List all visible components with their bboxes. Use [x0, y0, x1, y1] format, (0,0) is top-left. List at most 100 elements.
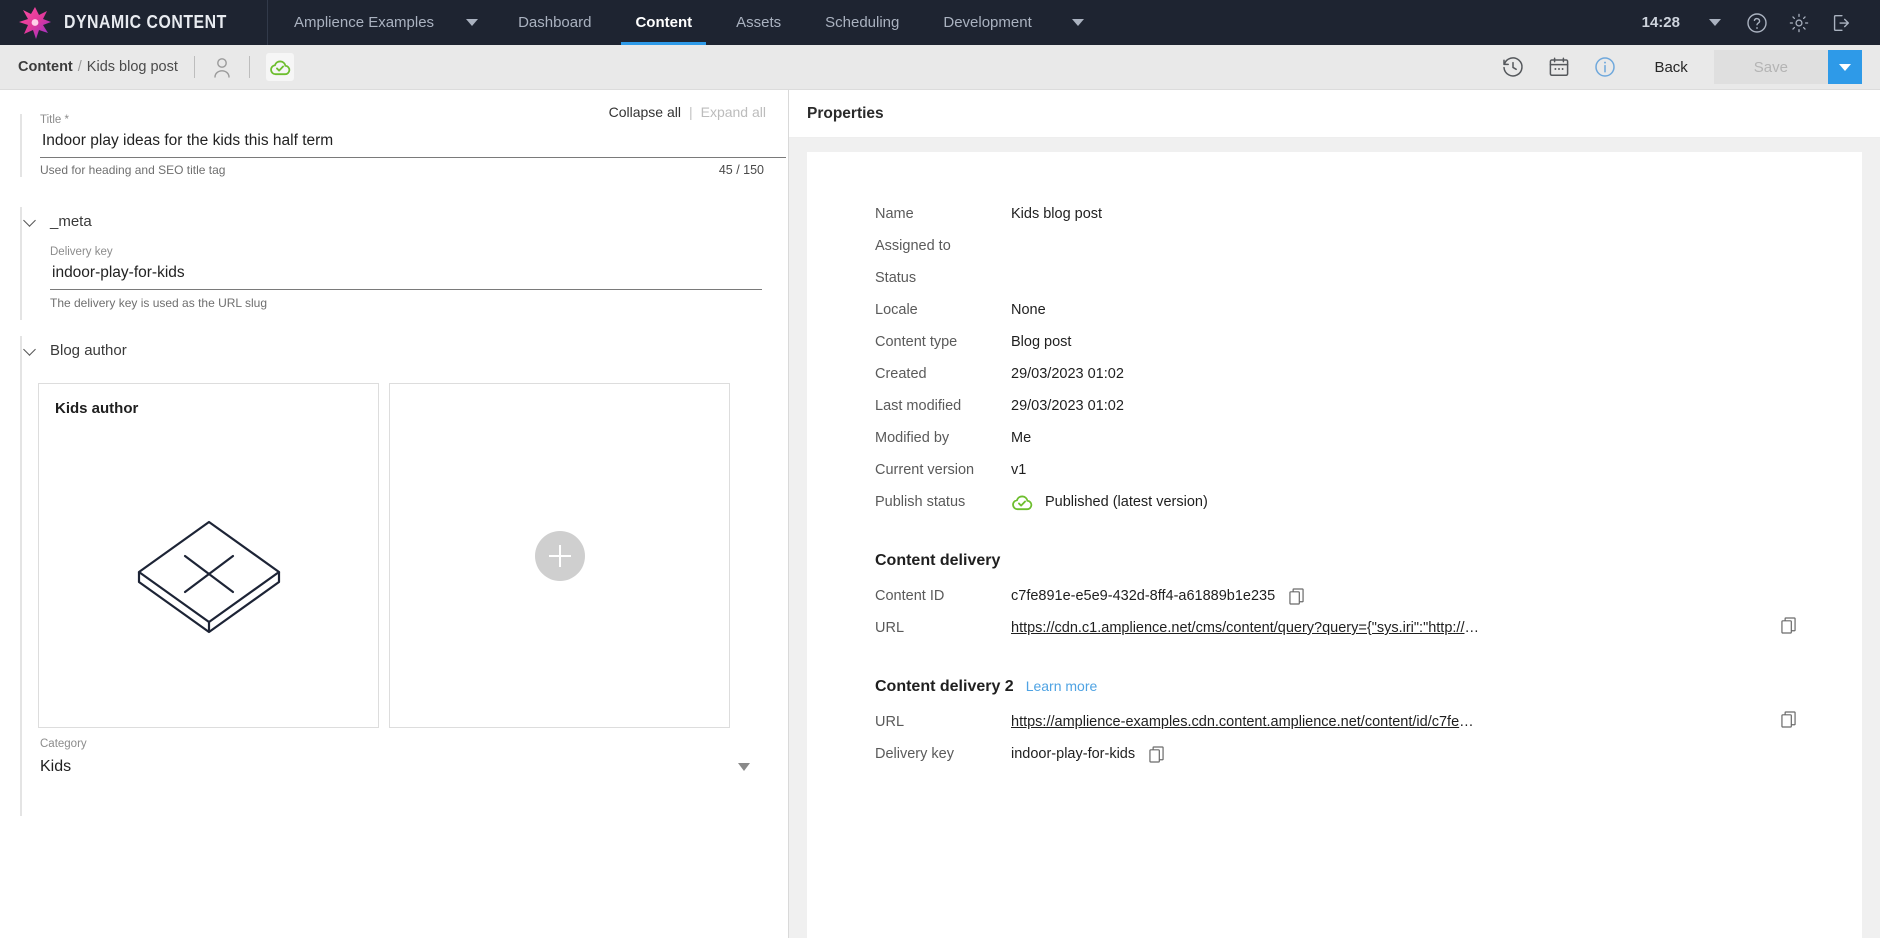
delivery-key-hint: The delivery key is used as the URL slug: [50, 296, 267, 310]
content-delivery-2-title: Content delivery 2: [875, 678, 1014, 695]
title-input[interactable]: [40, 126, 786, 158]
property-row-assigned-to: Assigned to: [807, 230, 1862, 262]
property-row-created: Created 29/03/2023 01:02: [807, 358, 1862, 390]
published-cloud-icon[interactable]: [265, 53, 294, 81]
chevron-down-icon: [24, 215, 38, 229]
published-cloud-icon: [1011, 493, 1033, 511]
history-clock-icon[interactable]: [1490, 45, 1536, 90]
property-row-current-version: Current version v1: [807, 454, 1862, 486]
chevron-down-icon[interactable]: [738, 763, 750, 771]
publish-status-label: Published (latest version): [1045, 494, 1208, 510]
content-delivery-url-link[interactable]: https://cdn.c1.amplience.net/cms/content…: [1011, 620, 1481, 636]
brand-name: DYNAMIC CONTENT: [64, 12, 227, 32]
property-key: Locale: [875, 302, 918, 318]
property-value: 29/03/2023 01:02: [1011, 366, 1124, 382]
property-key: Modified by: [875, 430, 950, 446]
property-key: Last modified: [875, 398, 962, 414]
property-key: Created: [875, 366, 927, 382]
learn-more-link[interactable]: Learn more: [1026, 678, 1098, 694]
property-value: Published (latest version): [1011, 493, 1208, 511]
property-value: 29/03/2023 01:02: [1011, 398, 1124, 414]
properties-title: Properties: [807, 104, 884, 122]
copy-icon[interactable]: [1149, 745, 1164, 763]
content-delivery-2-delivery-key-value: indoor-play-for-kids: [1011, 746, 1136, 762]
title-field-footer: Used for heading and SEO title tag 45 / …: [40, 158, 764, 177]
breadcrumb-current: Kids blog post: [86, 59, 178, 75]
top-navigation-bar: DYNAMIC CONTENT Amplience Examples Dashb…: [0, 0, 1880, 45]
sub-header-bar: Content / Kids blog post Back Save: [0, 45, 1880, 90]
meta-section-header[interactable]: _meta: [22, 207, 788, 236]
back-button[interactable]: Back: [1628, 50, 1713, 84]
property-row-last-modified: Last modified 29/03/2023 01:02: [807, 390, 1862, 422]
help-circle-icon[interactable]: [1736, 0, 1778, 45]
nav-item-scheduling[interactable]: Scheduling: [803, 0, 921, 45]
property-row-content-delivery-2-delivery-key: Delivery key indoor-play-for-kids: [807, 738, 1862, 770]
content-delivery-2-url-link[interactable]: https://amplience-examples.cdn.content.a…: [1011, 714, 1481, 730]
category-field-block: Category Kids: [0, 738, 788, 816]
info-circle-icon[interactable]: [1582, 45, 1628, 90]
property-row-modified-by: Modified by Me: [807, 422, 1862, 454]
delivery-key-input[interactable]: [50, 258, 762, 290]
hub-selector[interactable]: Amplience Examples: [268, 0, 448, 45]
save-options-chevron-down-icon[interactable]: [1828, 50, 1862, 84]
nav-overflow-chevron-down-icon[interactable]: [1054, 0, 1102, 45]
properties-pane: Properties Name Kids blog post Assigned …: [789, 90, 1880, 938]
category-value: Kids: [40, 758, 72, 775]
property-value: None: [1011, 302, 1046, 318]
blog-author-card-title: Kids author: [55, 400, 139, 417]
property-key: Content ID: [875, 588, 945, 604]
property-row-content-delivery-url: URL https://cdn.c1.amplience.net/cms/con…: [807, 612, 1862, 644]
nav-item-content[interactable]: Content: [613, 0, 714, 45]
save-button: Save: [1713, 50, 1828, 84]
property-row-name: Name Kids blog post: [807, 198, 1862, 230]
property-key: URL: [875, 620, 905, 636]
properties-card: Name Kids blog post Assigned to Status L…: [807, 152, 1862, 938]
gear-icon[interactable]: [1778, 0, 1820, 45]
category-label: Category: [40, 738, 87, 750]
breadcrumb-root[interactable]: Content: [18, 59, 73, 75]
meta-section-title: _meta: [50, 213, 92, 230]
nav-item-assets[interactable]: Assets: [714, 0, 803, 45]
property-key: Publish status: [875, 494, 966, 510]
property-value: Kids blog post: [1011, 206, 1103, 222]
content-delivery-2-heading: Content delivery 2 Learn more: [807, 678, 1862, 696]
property-key: Current version: [875, 462, 975, 478]
title-character-counter: 45 / 150: [718, 163, 764, 177]
property-key: URL: [875, 714, 905, 730]
delivery-key-field-block: Delivery key The delivery key is used as…: [50, 246, 788, 310]
blog-author-section-title: Blog author: [50, 342, 127, 359]
logout-icon[interactable]: [1820, 0, 1862, 45]
content-id-value: c7fe891e-e5e9-432d-8ff4-a61889b1e235: [1011, 588, 1276, 604]
user-outline-icon[interactable]: [211, 55, 233, 79]
no-preview-diamond-icon: [39, 504, 378, 654]
nav-item-development[interactable]: Development: [921, 0, 1053, 45]
category-select[interactable]: Kids: [40, 750, 764, 776]
property-row-publish-status: Publish status Published (latest version…: [807, 486, 1862, 518]
blog-author-section: Blog author Kids author: [0, 336, 788, 738]
properties-header: Properties: [789, 90, 1880, 138]
calendar-icon[interactable]: [1536, 45, 1582, 90]
clock-label: 14:28: [1641, 14, 1680, 31]
top-nav-right-actions: 14:28: [1628, 0, 1880, 45]
main-body: Collapse all | Expand all Title * Used f…: [0, 90, 1880, 938]
clock-chevron-down-icon[interactable]: [1694, 0, 1736, 45]
blog-author-add-card[interactable]: [389, 383, 730, 728]
title-field-block: Title * Used for heading and SEO title t…: [0, 114, 788, 177]
blog-author-card[interactable]: Kids author: [38, 383, 379, 728]
content-delivery-title: Content delivery: [875, 552, 1001, 569]
nav-item-dashboard[interactable]: Dashboard: [496, 0, 613, 45]
property-row-locale: Locale None: [807, 294, 1862, 326]
blog-author-section-header[interactable]: Blog author: [22, 336, 788, 365]
copy-icon[interactable]: [1781, 617, 1796, 639]
delivery-key-label: Delivery key: [50, 246, 113, 258]
copy-icon[interactable]: [1289, 587, 1304, 605]
amplience-star-logo-icon: [18, 6, 52, 40]
copy-icon[interactable]: [1781, 711, 1796, 733]
property-value: Me: [1011, 430, 1032, 446]
hub-chevron-down-icon[interactable]: [448, 0, 496, 45]
property-value: Blog post: [1011, 334, 1072, 350]
main-nav-items: Dashboard Content Assets Scheduling Deve…: [496, 0, 1054, 45]
blog-author-card-row: Kids author: [38, 383, 788, 728]
add-plus-icon[interactable]: [534, 530, 585, 581]
meta-section: _meta Delivery key The delivery key is u…: [0, 207, 788, 320]
